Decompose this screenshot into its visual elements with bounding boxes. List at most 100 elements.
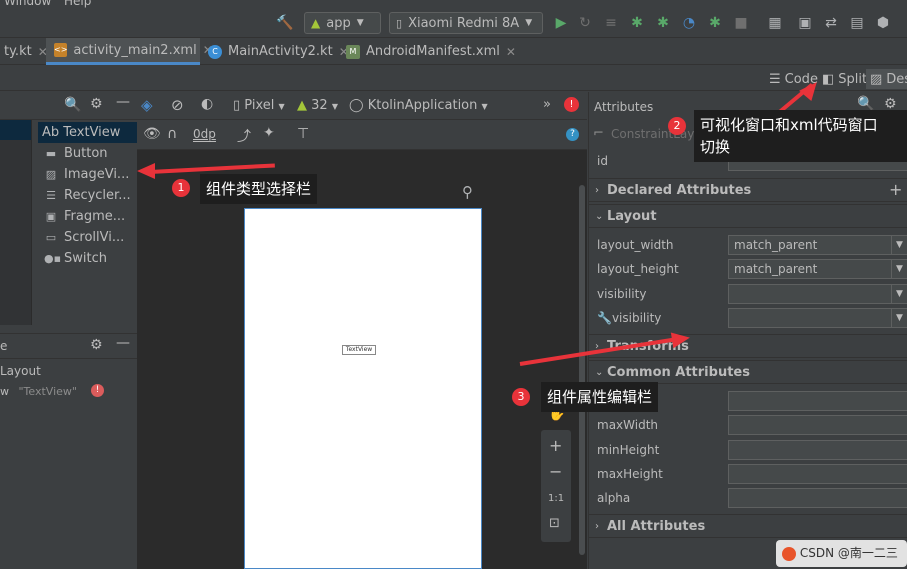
textview-preview[interactable]: TextView xyxy=(342,345,376,355)
coverage-icon[interactable]: ✱ xyxy=(706,14,724,32)
tree-row-layout[interactable]: Layout xyxy=(0,364,41,378)
android-icon: ▲ xyxy=(297,98,307,113)
double-chevron-right-icon[interactable]: » xyxy=(543,97,551,112)
attr-label: layout_width xyxy=(597,238,674,252)
guidelines-icon[interactable]: ⊤ xyxy=(297,126,309,142)
image-icon: ▨ xyxy=(45,168,57,181)
kotlin-file-icon: C xyxy=(208,44,222,59)
apply-changes-icon[interactable]: ≡ xyxy=(602,14,620,32)
minheight-field[interactable] xyxy=(728,440,907,460)
section-declared-attributes[interactable]: › Declared Attributes + xyxy=(589,178,907,202)
layers-icon[interactable]: ◈ xyxy=(141,96,153,114)
split-mode-button[interactable]: ◧ Split xyxy=(818,69,871,89)
tree-row-prefix: w xyxy=(0,385,9,398)
help-icon[interactable]: ? xyxy=(566,128,579,141)
tab-androidmanifest-xml[interactable]: M AndroidManifest.xml ✕ xyxy=(338,38,524,65)
search-icon[interactable]: 🔍 xyxy=(64,97,81,113)
zoom-in-button[interactable]: + xyxy=(549,436,562,455)
palette-item-label: Recycler... xyxy=(64,188,131,203)
watermark-text: CSDN @南一二三 xyxy=(799,546,898,560)
fit-screen-icon[interactable]: ⊡ xyxy=(549,516,560,531)
attr-label: visibility xyxy=(597,287,647,301)
debug-icon[interactable]: ✱ xyxy=(628,14,646,32)
eye-icon[interactable]: 👁 xyxy=(143,126,161,142)
palette-item-fragment[interactable]: ▣ Fragme... xyxy=(38,206,137,227)
device-picker[interactable]: ▯ Pixel ▼ xyxy=(233,98,285,113)
project-structure-icon[interactable]: ▦ xyxy=(766,14,784,32)
attr-row-visibility: visibility ▼ xyxy=(589,283,907,307)
attr-label: id xyxy=(597,154,608,168)
menu-window[interactable]: Window xyxy=(4,0,51,8)
common-first-field[interactable] xyxy=(728,391,907,411)
section-all-attributes[interactable]: › All Attributes xyxy=(589,514,907,538)
palette-item-switch[interactable]: ●▪ Switch xyxy=(38,248,137,269)
stop-icon[interactable]: ■ xyxy=(732,14,750,32)
device-preview[interactable] xyxy=(244,208,482,569)
menu-help[interactable]: Help xyxy=(64,0,91,8)
tools-visibility-select[interactable]: ▼ xyxy=(728,308,907,328)
run-icon[interactable]: ▶ xyxy=(552,14,570,32)
default-margin[interactable]: 0dp xyxy=(193,127,216,142)
palette-category-selected[interactable] xyxy=(0,120,31,140)
canvas-scrollbar[interactable] xyxy=(579,185,585,555)
annotation-callout-2: 可视化窗口和xml代码窗口 切换 xyxy=(694,110,907,162)
split-mode-label: Split xyxy=(838,71,868,87)
maxheight-field[interactable] xyxy=(728,464,907,484)
orientation-icon[interactable]: ⊘ xyxy=(171,96,184,114)
palette-header: 🔍 ⚙ — xyxy=(0,92,137,120)
theme-picker[interactable]: ◯ KtolinApplication ▼ xyxy=(349,98,488,113)
palette-item-button[interactable]: ▬ Button xyxy=(38,143,137,164)
palette-item-scrollview[interactable]: ▭ ScrollVi... xyxy=(38,227,137,248)
device-manager-icon[interactable]: ▤ xyxy=(848,14,866,32)
section-title: All Attributes xyxy=(607,519,706,534)
attributes-title: Attributes xyxy=(594,100,654,114)
section-title: Layout xyxy=(607,209,657,224)
api-picker-label: 32 xyxy=(311,98,328,113)
section-layout[interactable]: ⌄ Layout xyxy=(589,204,907,228)
visibility-select[interactable]: ▼ xyxy=(728,284,907,304)
watermark: CSDN @南一二三 xyxy=(776,540,907,567)
tab-mainactivity2-kt[interactable]: C MainActivity2.kt ✕ xyxy=(200,38,357,65)
run-config-select[interactable]: ▲ app ▼ xyxy=(304,12,381,34)
tab-activity-main2-xml[interactable]: <> activity_main2.xml ✕ xyxy=(46,38,213,65)
gear-icon[interactable]: ⚙ xyxy=(90,96,103,112)
device-select[interactable]: ▯ Xiaomi Redmi 8A ▼ xyxy=(389,12,543,34)
design-mode-button[interactable]: ▨ Des xyxy=(866,69,907,89)
palette-item-recyclerview[interactable]: ☰ Recycler... xyxy=(38,185,137,206)
minimize-icon[interactable]: — xyxy=(116,94,130,110)
layout-height-select[interactable]: match_parent ▼ xyxy=(728,259,907,279)
attach-debugger-icon[interactable]: ✱ xyxy=(654,14,672,32)
wrench-icon[interactable]: ⚲ xyxy=(462,183,473,201)
palette-item-textview[interactable]: Ab TextView xyxy=(38,122,137,143)
magnet-icon[interactable]: ∩ xyxy=(167,126,177,142)
manifest-file-icon: M xyxy=(346,44,360,59)
gear-icon[interactable]: ⚙ xyxy=(90,337,103,353)
error-icon[interactable]: ! xyxy=(91,384,104,397)
zoom-actual-size-button[interactable]: 1:1 xyxy=(548,493,564,504)
sdk-manager-icon[interactable]: ⬢ xyxy=(874,14,892,32)
alpha-field[interactable] xyxy=(728,488,907,508)
sync-icon[interactable]: ⇄ xyxy=(822,14,840,32)
night-mode-icon[interactable]: ◐ xyxy=(201,96,213,112)
profile-icon[interactable]: ◔ xyxy=(680,14,698,32)
section-common-attributes[interactable]: ⌄ Common Attributes xyxy=(589,360,907,384)
zoom-out-button[interactable]: − xyxy=(549,462,562,481)
plus-icon[interactable]: + xyxy=(889,180,902,199)
maxwidth-field[interactable] xyxy=(728,415,907,435)
close-icon[interactable]: ✕ xyxy=(506,45,516,59)
minimize-icon[interactable]: — xyxy=(116,335,130,351)
error-icon[interactable]: ! xyxy=(564,97,579,112)
layout-width-select[interactable]: match_parent ▼ xyxy=(728,235,907,255)
avd-manager-icon[interactable]: ▣ xyxy=(796,14,814,32)
chevron-down-icon: ▼ xyxy=(891,309,907,327)
api-picker[interactable]: ▲ 32 ▼ xyxy=(297,98,338,113)
design-mode-label: Des xyxy=(886,71,907,87)
magic-wand-icon[interactable]: ✦ xyxy=(263,125,275,141)
rerun-icon[interactable]: ↻ xyxy=(576,14,594,32)
palette-item-imageview[interactable]: ▨ ImageVi... xyxy=(38,164,137,185)
phone-icon: ▯ xyxy=(233,98,241,113)
design-toolbar: ◈ ⊘ ◐ ▯ Pixel ▼ ▲ 32 ▼ ◯ KtolinApplicati… xyxy=(137,92,587,120)
hammer-icon[interactable]: 🔨 xyxy=(276,14,294,32)
clear-constraints-icon[interactable]: ⤴ xyxy=(237,126,251,146)
tree-row-textview[interactable]: w "TextView" xyxy=(0,385,77,398)
